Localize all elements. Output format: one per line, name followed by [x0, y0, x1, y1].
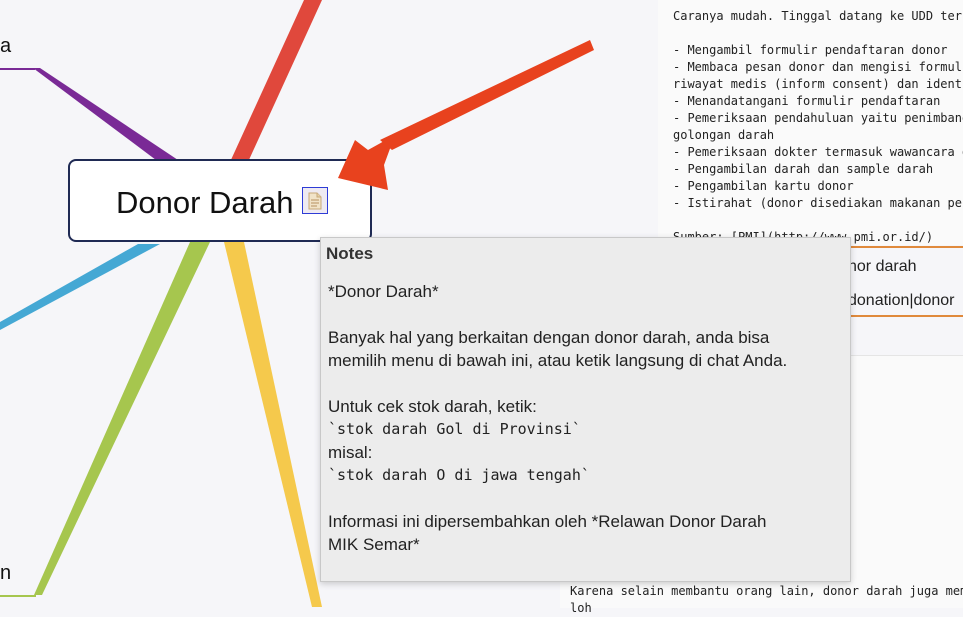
tooltip-credit-line1: Informasi ini dipersembahkan oleh *Relaw…	[328, 512, 767, 531]
annotation-arrow-head	[338, 135, 395, 190]
tooltip-heading: *Donor Darah*	[328, 282, 439, 301]
tooltip-title: Notes	[326, 244, 374, 263]
tooltip-example-code: `stok darah O di jawa tengah`	[328, 466, 590, 484]
notes-tooltip: Notes *Donor Darah* Banyak hal yang berk…	[320, 237, 851, 582]
annotation-arrow-shaft	[380, 40, 594, 150]
tooltip-stock-label: Untuk cek stok darah, ketik:	[328, 397, 537, 416]
tooltip-body: *Donor Darah* Banyak hal yang berkaitan …	[328, 280, 848, 556]
tooltip-credit-line2: MIK Semar*	[328, 535, 420, 554]
tooltip-example-label: misal:	[328, 443, 373, 462]
tooltip-stock-code: `stok darah Gol di Provinsi`	[328, 420, 581, 438]
tooltip-para1-line1: Banyak hal yang berkaitan dengan donor d…	[328, 328, 770, 347]
tooltip-para1-line2: memilih menu di bawah ini, atau ketik la…	[328, 351, 788, 370]
